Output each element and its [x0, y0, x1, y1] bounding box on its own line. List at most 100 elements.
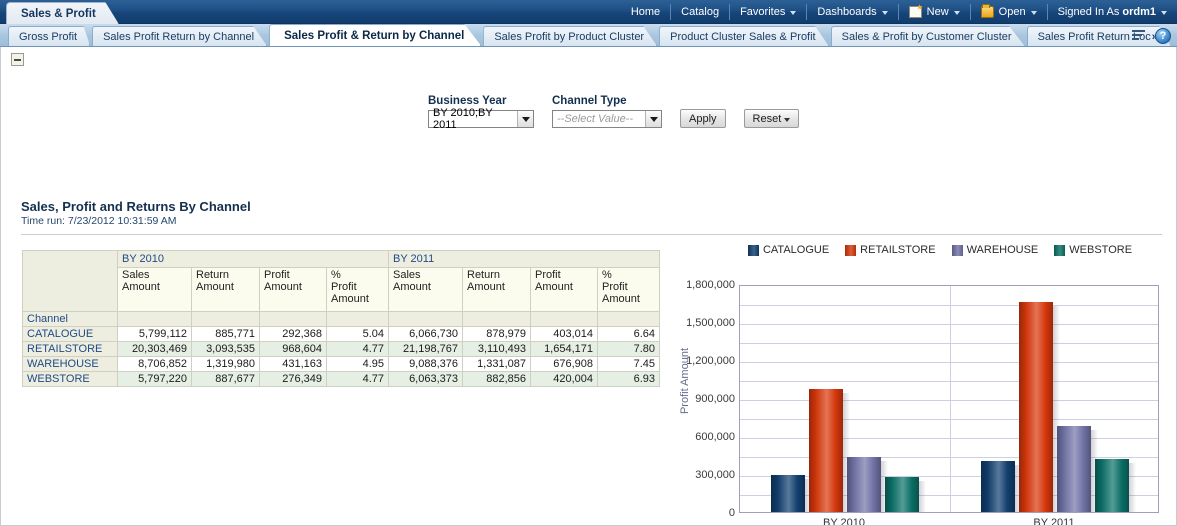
cell-by2011-returns: 882,856	[463, 372, 531, 387]
business-year-value: BY 2010;BY 2011	[433, 107, 517, 131]
measure-header-sales-amount-by2010[interactable]: Sales Amount	[118, 268, 192, 312]
cell-by2011-sales: 6,063,373	[389, 372, 463, 387]
reset-button[interactable]: Reset	[744, 109, 800, 128]
chevron-down-icon	[1161, 11, 1167, 15]
cell-by2010-pct: 5.04	[327, 327, 389, 342]
bar-webstore-by-2010[interactable]	[885, 477, 919, 512]
page-tab-sales-and-profit-by-customer-cluster[interactable]: Sales & Profit by Customer Cluster	[831, 26, 1025, 46]
measure-header-profit-amount-by2010[interactable]: Profit Amount	[260, 268, 327, 312]
apply-button[interactable]: Apply	[680, 109, 726, 128]
row-label-catalogue[interactable]: CATALOGUE	[23, 327, 118, 342]
bar-retailstore-by-2011[interactable]	[1019, 302, 1053, 512]
table-year-header-row: BY 2010 BY 2011	[23, 251, 660, 268]
nav-favorites[interactable]: Favorites	[730, 4, 807, 20]
channel-type-select[interactable]: --Select Value--	[552, 110, 662, 128]
row-label-retailstore[interactable]: RETAILSTORE	[23, 342, 118, 357]
nav-open[interactable]: Open	[971, 4, 1048, 20]
nav-favorites-label: Favorites	[740, 6, 785, 18]
global-navigation: Home Catalog Favorites Dashboards New Op…	[621, 0, 1169, 24]
page-tab-sales-profit-return-by-channel[interactable]: Sales Profit Return by Channel	[92, 26, 267, 46]
bar-warehouse-by-2011[interactable]	[1057, 426, 1091, 512]
measure-header-pct-profit-by2010[interactable]: % Profit Amount	[327, 268, 389, 312]
nav-signed-in-as[interactable]: Signed In As ordm1	[1048, 4, 1169, 20]
bar-webstore-by-2011[interactable]	[1095, 459, 1129, 512]
chevron-down-icon[interactable]	[517, 111, 533, 127]
page-tab-label: Sales & Profit by Customer Cluster	[842, 31, 1012, 43]
legend-entry-webstore[interactable]: WEBSTORE	[1054, 244, 1132, 256]
cell-by2011-profit: 403,014	[531, 327, 598, 342]
y-tick-label: 1,800,000	[686, 279, 735, 291]
nav-home[interactable]: Home	[621, 4, 671, 20]
pivot-table: BY 2010 BY 2011 Sales Amount Return Amou…	[22, 250, 660, 387]
cell-by2011-pct: 6.93	[598, 372, 660, 387]
bar-warehouse-by-2010[interactable]	[847, 457, 881, 512]
gridline	[740, 419, 1158, 420]
legend-swatch-icon	[845, 245, 856, 256]
chart-plot-wrapper: Profit Amount 0300,000600,000900,0001,20…	[653, 263, 1165, 526]
chevron-down-icon[interactable]	[645, 111, 661, 127]
page-tab-sales-profit-and-return-by-channel[interactable]: Sales Profit & Return by Channel	[269, 24, 481, 46]
y-tick-label: 1,500,000	[686, 317, 735, 329]
nav-catalog[interactable]: Catalog	[671, 4, 730, 20]
legend-entry-warehouse[interactable]: WAREHOUSE	[952, 244, 1039, 256]
cell-by2010-profit: 431,163	[260, 357, 327, 372]
prompt-bar: Business Year BY 2010;BY 2011 Channel Ty…	[428, 95, 799, 128]
channel-type-label: Channel Type	[552, 95, 662, 107]
header-divider	[21, 234, 1162, 235]
x-axis-tick-labels: BY 2010BY 2011	[739, 517, 1159, 526]
dimension-label-channel[interactable]: Channel	[23, 312, 118, 327]
page-tab-product-cluster-sales-and-profit[interactable]: Product Cluster Sales & Profit	[659, 26, 829, 46]
cell-by2010-sales: 8,706,852	[118, 357, 192, 372]
page-tab-gross-profit[interactable]: Gross Profit	[8, 26, 90, 46]
legend-entry-catalogue[interactable]: CATALOGUE	[748, 244, 829, 256]
y-tick-label: 600,000	[695, 431, 735, 443]
bar-catalogue-by-2010[interactable]	[771, 475, 805, 512]
bar-catalogue-by-2011[interactable]	[981, 461, 1015, 512]
cell-by2011-sales: 6,066,730	[389, 327, 463, 342]
cell-by2010-profit: 292,368	[260, 327, 327, 342]
legend-swatch-icon	[748, 245, 759, 256]
report-header: Sales, Profit and Returns By Channel Tim…	[21, 199, 251, 227]
brand-tab[interactable]: Sales & Profit	[6, 2, 119, 24]
page-tab-label: Gross Profit	[19, 31, 77, 43]
year-group-header-by2011[interactable]: BY 2011	[389, 251, 660, 268]
table-row: WEBSTORE 5,797,220 887,677 276,349 4.77 …	[23, 372, 660, 387]
measure-header-return-amount-by2010[interactable]: Return Amount	[192, 268, 260, 312]
page-tab-sales-profit-by-product-cluster[interactable]: Sales Profit by Product Cluster	[483, 26, 657, 46]
year-group-header-by2010[interactable]: BY 2010	[118, 251, 389, 268]
row-label-warehouse[interactable]: WAREHOUSE	[23, 357, 118, 372]
page-options-icon[interactable]	[1132, 29, 1147, 43]
chart-plot-area	[739, 285, 1159, 513]
chevron-down-icon	[790, 11, 796, 15]
nav-new[interactable]: New	[899, 4, 971, 20]
legend-entry-retailstore[interactable]: RETAILSTORE	[845, 244, 935, 256]
cell-by2011-profit: 1,654,171	[531, 342, 598, 357]
open-folder-icon	[981, 6, 994, 18]
measure-header-return-amount-by2011[interactable]: Return Amount	[463, 268, 531, 312]
cell-by2010-pct: 4.77	[327, 372, 389, 387]
row-label-webstore[interactable]: WEBSTORE	[23, 372, 118, 387]
collapse-section-icon[interactable]	[11, 53, 24, 66]
legend-swatch-icon	[952, 245, 963, 256]
measure-header-profit-amount-by2011[interactable]: Profit Amount	[531, 268, 598, 312]
legend-label: WEBSTORE	[1069, 244, 1132, 256]
page-tab-label: Sales Profit & Return by Channel	[284, 30, 464, 42]
cell-by2010-returns: 1,319,980	[192, 357, 260, 372]
profit-amount-bar-chart: CATALOGUERETAILSTOREWAREHOUSEWEBSTORE Pr…	[653, 243, 1165, 526]
page-tabs-tools: ?	[1132, 28, 1171, 44]
cell-by2010-returns: 3,093,535	[192, 342, 260, 357]
nav-dashboards[interactable]: Dashboards	[807, 4, 898, 20]
bar-retailstore-by-2010[interactable]	[809, 389, 843, 512]
help-icon[interactable]: ?	[1155, 28, 1171, 44]
y-tick-label: 1,200,000	[686, 355, 735, 367]
y-tick-label: 900,000	[695, 393, 735, 405]
measure-header-sales-amount-by2011[interactable]: Sales Amount	[389, 268, 463, 312]
measure-header-pct-profit-by2011[interactable]: % Profit Amount	[598, 268, 660, 312]
business-year-select[interactable]: BY 2010;BY 2011	[428, 110, 534, 128]
chevron-down-icon	[954, 11, 960, 15]
cell-by2010-profit: 276,349	[260, 372, 327, 387]
gridline	[740, 381, 1158, 382]
cell-by2010-profit: 968,604	[260, 342, 327, 357]
page-tab-label: Sales Profit by Product Cluster	[494, 31, 644, 43]
chevron-down-icon	[784, 118, 790, 122]
